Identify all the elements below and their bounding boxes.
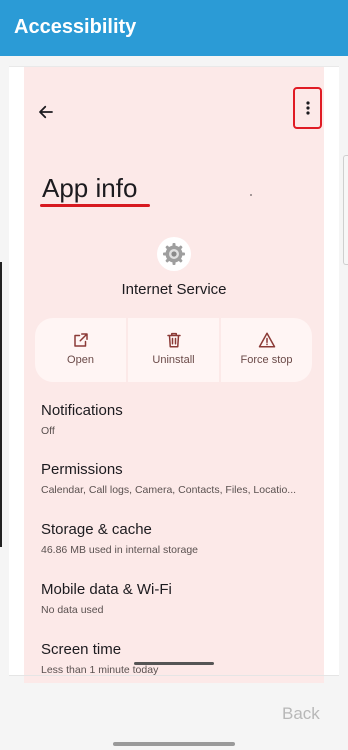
open-in-new-icon [73, 333, 88, 347]
trash-icon [166, 332, 181, 348]
settings-row-storage[interactable]: Storage & cache 46.86 MB used in interna… [41, 521, 316, 556]
settings-row-permissions[interactable]: Permissions Calendar, Call logs, Camera,… [41, 461, 316, 496]
settings-row-notifications[interactable]: Notifications Off [41, 402, 316, 437]
title-underline-annotation [40, 204, 150, 207]
home-indicator[interactable] [113, 742, 235, 746]
edge-panel-handle[interactable] [343, 155, 348, 265]
back-button[interactable]: Back [282, 704, 320, 724]
page-title: App info [42, 173, 138, 203]
app-name: Internet Service [121, 281, 227, 298]
row-title: Storage & cache [41, 521, 152, 538]
back-arrow-icon[interactable] [37, 103, 55, 121]
more-options-button[interactable] [293, 87, 322, 129]
row-subtitle: Off [41, 425, 55, 437]
row-subtitle: Calendar, Call logs, Camera, Contacts, F… [41, 484, 297, 496]
uninstall-label: Uninstall [152, 354, 195, 366]
title-bar: Accessibility [0, 0, 348, 56]
row-title: Screen time [41, 641, 122, 658]
row-title: Permissions [41, 461, 123, 478]
warning-icon [258, 332, 275, 348]
window-edge [0, 262, 2, 547]
gear-icon [157, 237, 191, 271]
app-actions-bar: Open Uninstall Force stop [35, 318, 312, 382]
title-bar-title: Accessibility [14, 16, 137, 38]
force-stop-label: Force stop [240, 354, 293, 366]
app-info-screen: App info Internet Service Open Uninstall… [24, 67, 324, 683]
row-subtitle: 46.86 MB used in internal storage [41, 544, 199, 556]
gesture-handle [134, 662, 214, 665]
open-button[interactable]: Open [35, 318, 126, 382]
row-subtitle: No data used [41, 604, 104, 616]
more-vert-icon [306, 101, 310, 115]
uninstall-button[interactable]: Uninstall [126, 318, 219, 382]
speck [250, 194, 252, 196]
row-title: Notifications [41, 402, 123, 419]
row-title: Mobile data & Wi-Fi [41, 581, 172, 598]
force-stop-button[interactable]: Force stop [219, 318, 312, 382]
settings-row-screen-time[interactable]: Screen time Less than 1 minute today [41, 641, 316, 676]
footer-divider [9, 675, 339, 676]
open-label: Open [67, 354, 94, 366]
settings-row-mobile-data[interactable]: Mobile data & Wi-Fi No data used [41, 581, 316, 616]
